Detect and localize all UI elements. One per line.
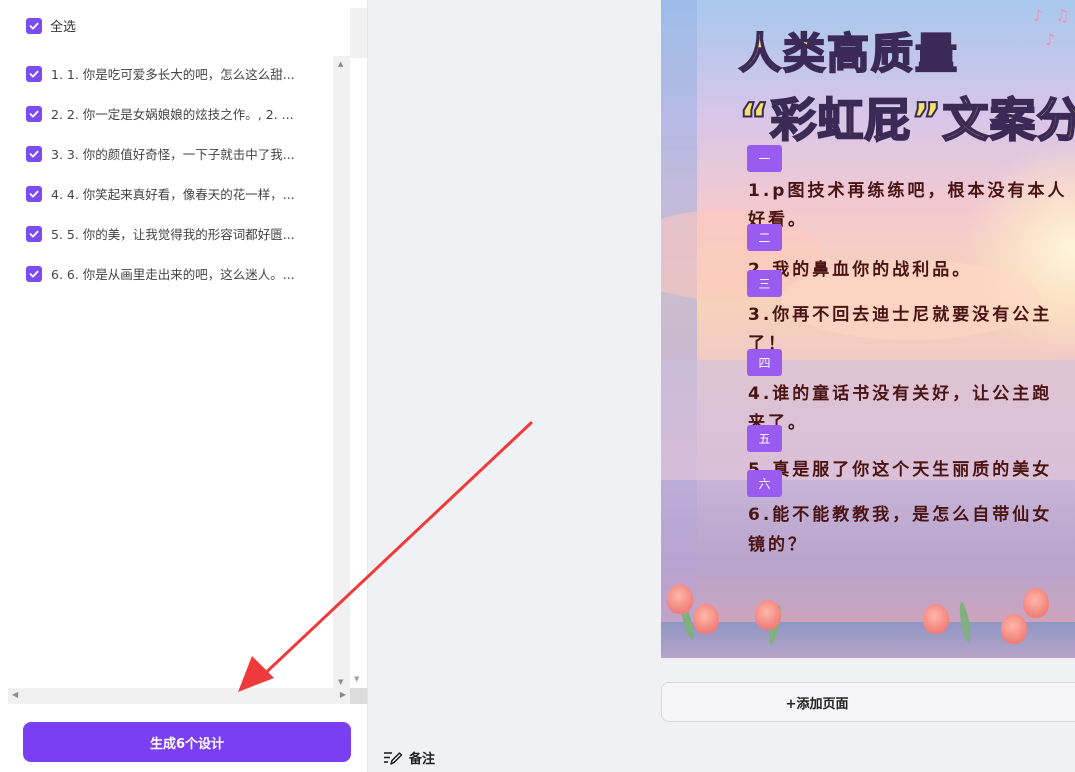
add-page-button[interactable]: +添加页面: [661, 682, 1075, 722]
list-item[interactable]: 1. 1. 你是吃可爱多长大的吧，怎么这么甜...: [26, 64, 326, 83]
design-bg-strip: [661, 0, 697, 658]
music-note-icon: ♫: [1055, 6, 1070, 25]
section-badge: 四: [747, 349, 782, 376]
select-all-checkbox[interactable]: [26, 17, 42, 34]
design-canvas[interactable]: ♪ ♪ ♫ 人类高质量 “彩虹屁”文案分 一 1.p图技术再练练吧，根本没有本人…: [661, 0, 1075, 658]
item-checkbox[interactable]: [26, 185, 42, 202]
title-tail: 文案分: [941, 92, 1075, 148]
title-open-quote: “: [738, 92, 771, 148]
item-label: 6. 6. 你是从画里走出来的吧，这么迷人。...: [51, 267, 295, 282]
scroll-down-icon[interactable]: ▼: [354, 675, 359, 683]
item-checkbox[interactable]: [26, 145, 42, 162]
tulip-flower: [1001, 614, 1027, 644]
section-badge: 二: [747, 224, 782, 251]
list-item[interactable]: 4. 4. 你笑起来真好看，像春天的花一样，...: [26, 184, 326, 203]
music-note-icon: ♪: [1045, 30, 1056, 49]
scrollbar-corner: [350, 688, 367, 704]
select-all-row[interactable]: 全选: [26, 16, 76, 35]
title-main: 彩虹屁: [769, 92, 912, 148]
section-line: 6.能不能教教我，是怎么自带仙女: [748, 505, 1053, 525]
section-badge: 一: [747, 145, 782, 172]
list-item[interactable]: 6. 6. 你是从画里走出来的吧，这么迷人。...: [26, 264, 326, 283]
tulip-flower: [1023, 588, 1049, 618]
outer-scroll-down[interactable]: ▼: [350, 672, 367, 688]
title-close-quote: ”: [910, 92, 943, 148]
design-title-line2: “彩虹屁”文案分: [738, 84, 1075, 150]
section-badge: 五: [747, 425, 782, 452]
select-all-label: 全选: [50, 20, 77, 35]
list-item[interactable]: 5. 5. 你的美，让我觉得我的形容词都好匮...: [26, 224, 326, 243]
section-line: 5.真是服了你这个天生丽质的美女: [748, 460, 1053, 480]
notes-label: 备注: [409, 752, 436, 767]
text-item-list: 1. 1. 你是吃可爱多长大的吧，怎么这么甜... 2. 2. 你一定是女娲娘娘…: [0, 56, 333, 688]
list-item[interactable]: 2. 2. 你一定是女娲娘娘的炫技之作。, 2. ...: [26, 104, 326, 123]
tulip-flower: [923, 604, 949, 634]
item-label: 1. 1. 你是吃可爱多长大的吧，怎么这么甜...: [51, 67, 295, 82]
generate-designs-button[interactable]: 生成6个设计: [23, 722, 351, 762]
item-label: 4. 4. 你笑起来真好看，像春天的花一样，...: [51, 187, 295, 202]
design-title-line1: 人类高质量: [738, 20, 960, 81]
section-badge: 三: [747, 270, 782, 297]
scroll-down-icon[interactable]: ▼: [338, 678, 343, 686]
item-checkbox[interactable]: [26, 225, 42, 242]
notes-button[interactable]: 备注: [383, 748, 435, 767]
top-scrollbar[interactable]: [350, 8, 367, 58]
notes-edit-icon: [384, 751, 403, 765]
music-note-icon: ♪: [1033, 6, 1044, 25]
section-line: 4.谁的童话书没有关好，让公主跑: [748, 384, 1053, 404]
tulip-flower: [755, 600, 781, 630]
tulip-flower: [667, 584, 693, 614]
scroll-right-icon[interactable]: ▶: [340, 690, 346, 699]
item-checkbox[interactable]: [26, 105, 42, 122]
title-part1: 人类: [738, 28, 828, 79]
scroll-up-icon[interactable]: ▲: [338, 60, 343, 68]
scroll-left-icon[interactable]: ◀: [12, 690, 18, 699]
section-badge: 六: [747, 470, 782, 497]
list-vertical-scrollbar[interactable]: ▲ ▼: [333, 56, 350, 688]
item-checkbox[interactable]: [26, 265, 42, 282]
title-part2: 高质量: [826, 28, 960, 79]
text-list-panel: 全选 1. 1. 你是吃可爱多长大的吧，怎么这么甜... 2. 2. 你一定是女…: [0, 0, 368, 772]
item-label: 3. 3. 你的颜值好奇怪，一下子就击中了我...: [51, 147, 295, 162]
section-line: 3.你再不回去迪士尼就要没有公主: [748, 305, 1053, 325]
section-line: 镜的？: [748, 535, 808, 555]
item-label: 5. 5. 你的美，让我觉得我的形容词都好匮...: [51, 227, 295, 242]
section-line: 1.p图技术再练练吧，根本没有本人: [748, 181, 1068, 201]
item-label: 2. 2. 你一定是女娲娘娘的炫技之作。, 2. ...: [51, 107, 294, 122]
tulip-flower: [693, 604, 719, 634]
item-checkbox[interactable]: [26, 65, 42, 82]
list-item[interactable]: 3. 3. 你的颜值好奇怪，一下子就击中了我...: [26, 144, 326, 163]
list-horizontal-scrollbar[interactable]: ◀ ▶: [8, 688, 350, 704]
